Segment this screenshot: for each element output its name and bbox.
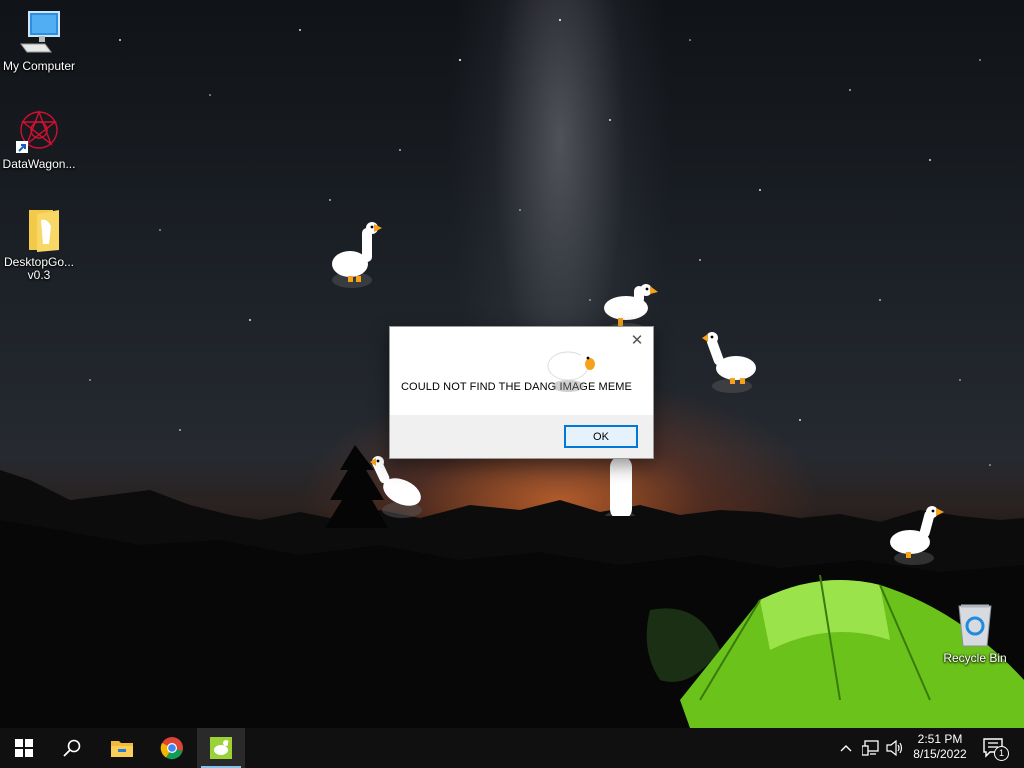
goose-sprite[interactable]: [546, 344, 606, 414]
file-explorer-icon: [111, 741, 133, 757]
search-button[interactable]: [48, 728, 96, 768]
desktop-icon-recycle-bin[interactable]: Recycle Bin: [937, 602, 1013, 665]
desktop-goose-icon: [210, 737, 232, 759]
desktop-icon-label: DataWagon...: [2, 157, 76, 171]
dialog-footer: OK: [390, 415, 653, 458]
clock-date: 8/15/2022: [913, 747, 967, 761]
desktop-goose-taskbar-button[interactable]: [197, 728, 245, 768]
start-icon: [15, 739, 33, 757]
close-icon[interactable]: ✕: [629, 333, 645, 349]
goose-sprite[interactable]: [888, 502, 948, 572]
show-hidden-icons-button[interactable]: [836, 728, 856, 768]
speaker-icon: [886, 740, 903, 756]
message-box-dialog[interactable]: ✕ COULD NOT FIND THE DANG IMAGE MEME OK: [389, 326, 654, 459]
chevron-up-icon: [840, 745, 852, 752]
clock-time: 2:51 PM: [917, 732, 963, 746]
computer-icon: [15, 10, 63, 58]
goose-sprite[interactable]: [700, 330, 760, 400]
desktop-icon-datawagon[interactable]: DataWagon...: [1, 108, 77, 171]
taskbar-clock[interactable]: 2:51 PM 8/15/2022: [906, 732, 974, 762]
recycle-bin-icon: [951, 602, 999, 650]
desktop-icon-my-computer[interactable]: My Computer: [1, 10, 77, 73]
network-button[interactable]: [859, 728, 883, 768]
datawagon-icon: [15, 108, 63, 156]
file-explorer-button[interactable]: [98, 728, 146, 768]
desktop-icon-label: My Computer: [2, 59, 76, 73]
ok-button[interactable]: OK: [564, 425, 638, 448]
action-center-button[interactable]: 1: [978, 728, 1010, 768]
volume-button[interactable]: [883, 728, 907, 768]
chrome-icon: [160, 737, 183, 760]
taskbar: 2:51 PM 8/15/2022 1: [0, 728, 1024, 768]
desktop-icon-label-version: v0.3: [27, 268, 51, 282]
desktop-icon-label: Recycle Bin: [943, 651, 1007, 665]
desktop-icon-desktop-goose[interactable]: DesktopGo... v0.3: [1, 206, 77, 282]
goose-sprite[interactable]: [328, 220, 388, 290]
notification-count-badge: 1: [994, 746, 1009, 761]
folder-icon: [15, 206, 63, 254]
start-button[interactable]: [0, 728, 48, 768]
goose-sprite[interactable]: [370, 452, 430, 522]
search-icon: [63, 739, 81, 757]
network-icon: [862, 740, 879, 756]
chrome-button[interactable]: [148, 728, 196, 768]
